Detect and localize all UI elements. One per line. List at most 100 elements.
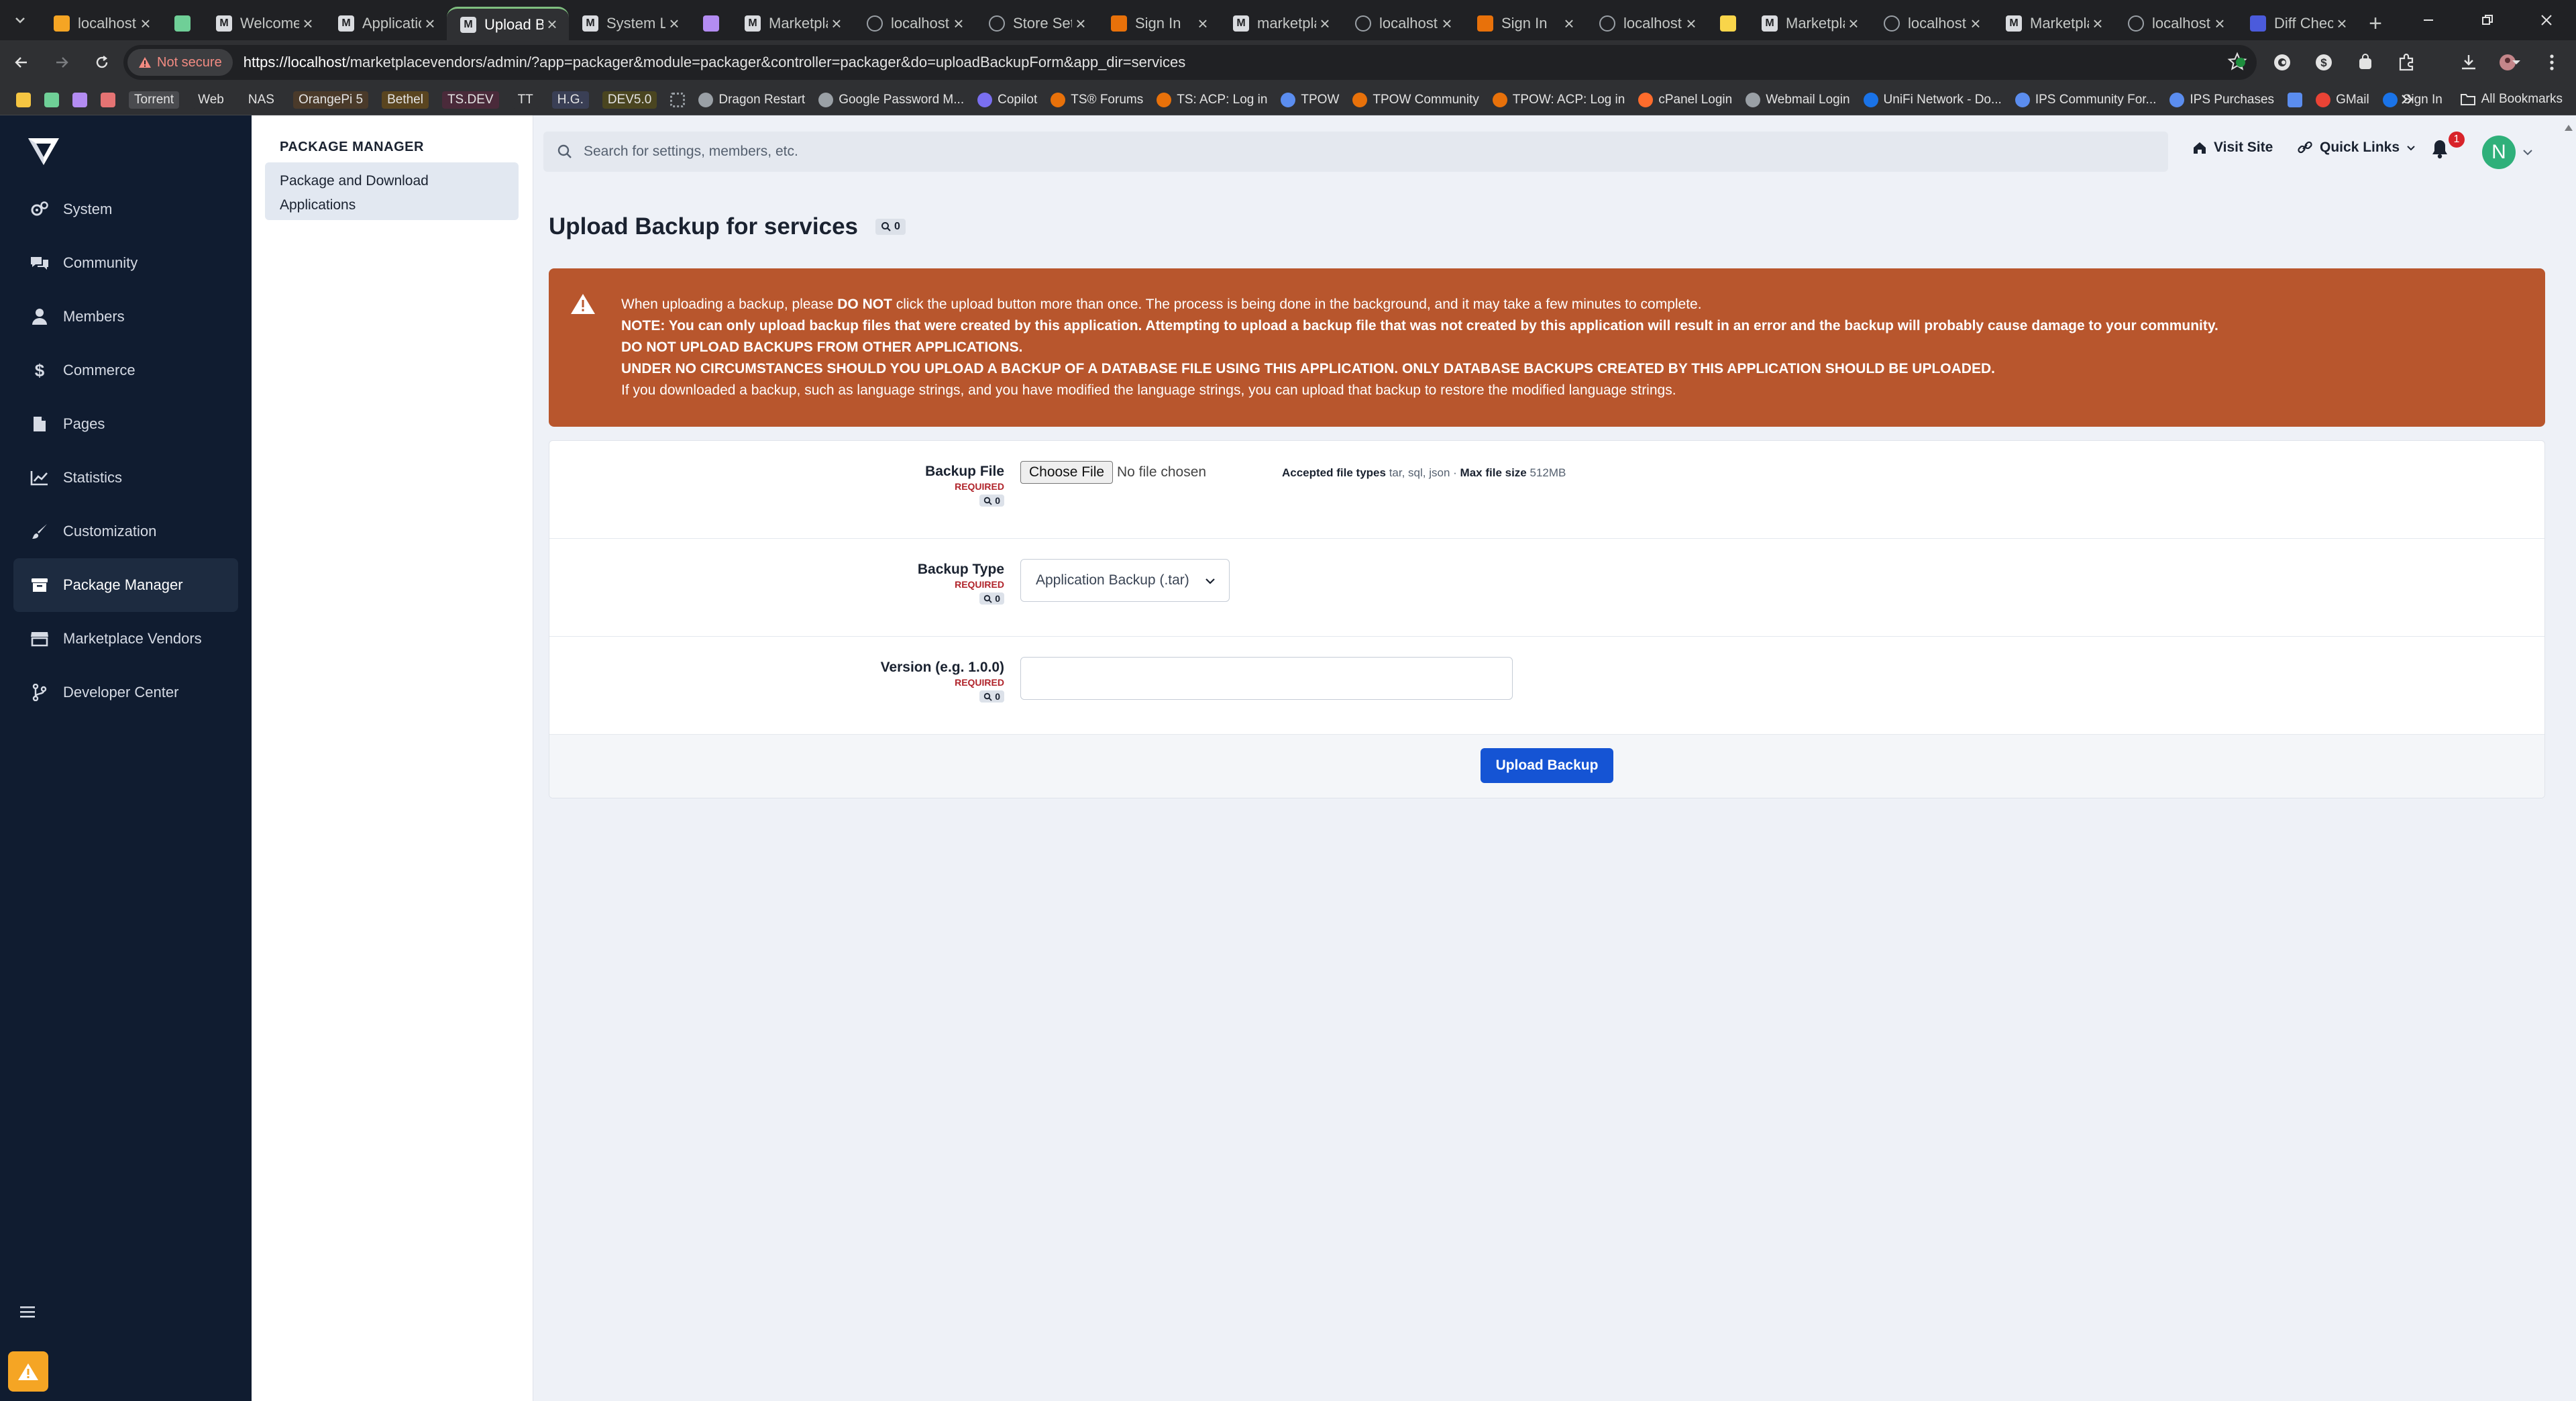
browser-tab[interactable]: Sign In × (1097, 7, 1220, 40)
browser-tab[interactable] (691, 7, 731, 40)
submenu-item-package-and-download[interactable]: Package and Download Applications (265, 162, 519, 220)
close-tab-icon[interactable]: × (665, 13, 683, 34)
bookmark-item[interactable]: Bethel (375, 88, 435, 112)
bookmark-item[interactable]: IPS Community For... (2008, 88, 2163, 112)
minimize-button[interactable] (2399, 0, 2458, 40)
restore-button[interactable] (2458, 0, 2517, 40)
quick-links-button[interactable]: Quick Links (2297, 140, 2416, 156)
bookmark-item[interactable] (94, 88, 122, 112)
sidebar-item-marketplace-vendors[interactable]: Marketplace Vendors (13, 612, 238, 666)
forward-button[interactable] (43, 44, 80, 81)
close-tab-icon[interactable]: × (950, 13, 967, 34)
close-tab-icon[interactable]: × (828, 13, 845, 34)
close-tab-icon[interactable]: × (1316, 13, 1334, 34)
sidebar-item-customization[interactable]: Customization (13, 505, 238, 558)
bookmark-item[interactable] (9, 88, 38, 112)
close-tab-icon[interactable]: × (1194, 13, 1212, 34)
extensions-button[interactable] (2390, 44, 2424, 81)
search-input[interactable] (584, 144, 1925, 160)
profile-button[interactable] (2493, 44, 2528, 81)
browser-tab[interactable]: localhost × (1870, 7, 1992, 40)
bookmark-item[interactable]: TS® Forums (1044, 88, 1150, 112)
bookmark-item[interactable] (663, 88, 692, 112)
sidebar-item-developer-center[interactable]: Developer Center (13, 666, 238, 719)
close-tab-icon[interactable]: × (137, 13, 154, 34)
bookmark-item[interactable]: Dragon Restart (692, 88, 812, 112)
tab-search-button[interactable] (0, 0, 40, 40)
close-tab-icon[interactable]: × (1682, 13, 1700, 34)
browser-tab[interactable]: localhost × (40, 7, 162, 40)
all-bookmarks-button[interactable]: All Bookmarks (2453, 87, 2569, 111)
sidebar-item-commerce[interactable]: $ Commerce (13, 344, 238, 397)
close-tab-icon[interactable]: × (299, 13, 317, 34)
browser-tab[interactable]: M Marketpla × (1748, 7, 1870, 40)
page-title-language-badge[interactable]: 0 (875, 219, 906, 235)
close-tab-icon[interactable]: × (2333, 13, 2351, 34)
browser-tab[interactable] (1708, 7, 1748, 40)
visit-site-link[interactable]: Visit Site (2192, 140, 2273, 156)
close-tab-icon[interactable]: × (2211, 13, 2229, 34)
browser-tab[interactable]: localhost × (853, 7, 975, 40)
sidebar-item-statistics[interactable]: Statistics (13, 451, 238, 505)
browser-tab[interactable]: M Marketpla × (731, 7, 853, 40)
close-tab-icon[interactable]: × (2089, 13, 2106, 34)
address-bar[interactable]: Not secure https://localhost/marketplace… (123, 45, 2257, 80)
browser-tab[interactable]: M Upload B × (447, 7, 569, 40)
bookmark-item[interactable]: TPOW (1274, 88, 1346, 112)
backup-type-select[interactable]: Application Backup (.tar) (1020, 559, 1230, 602)
version-input[interactable] (1020, 657, 1513, 700)
field-language-badge[interactable]: 0 (979, 592, 1004, 605)
bookmark-item[interactable]: Torrent (122, 88, 186, 112)
new-tab-button[interactable]: + (2359, 7, 2392, 40)
close-tab-icon[interactable]: × (1560, 13, 1578, 34)
admin-search[interactable] (543, 132, 2168, 172)
bookmark-item[interactable]: Google Password M... (812, 88, 971, 112)
upload-backup-button[interactable]: Upload Backup (1481, 748, 1613, 783)
browser-tab[interactable]: Store Setti× (975, 7, 1097, 40)
close-tab-icon[interactable]: × (543, 14, 561, 34)
field-language-badge[interactable]: 0 (979, 690, 1004, 703)
browser-tab[interactable]: M Welcome × (203, 7, 325, 40)
bookmarks-overflow-button[interactable] (2392, 87, 2422, 111)
bookmark-item[interactable]: Copilot (971, 88, 1044, 112)
choose-file-button[interactable]: Choose File (1020, 461, 1114, 484)
browser-menu-button[interactable] (2534, 44, 2569, 81)
browser-tab[interactable]: localhost × (1342, 7, 1464, 40)
bookmark-item[interactable]: Web (186, 88, 236, 112)
close-tab-icon[interactable]: × (421, 13, 439, 34)
bookmark-item[interactable]: IPS Purchases (2163, 88, 2281, 112)
bookmark-item[interactable] (2281, 88, 2309, 112)
system-warning-button[interactable] (8, 1351, 48, 1392)
browser-tab[interactable]: M Applicatio × (325, 7, 447, 40)
bookmark-item[interactable]: NAS (236, 88, 286, 112)
security-indicator[interactable]: Not secure (127, 49, 233, 76)
sidebar-item-system[interactable]: System (13, 183, 238, 236)
browser-tab[interactable]: Sign In × (1464, 7, 1586, 40)
browser-tab[interactable]: localhost × (2114, 7, 2237, 40)
extension-bag[interactable] (2348, 44, 2383, 81)
bookmark-item[interactable] (38, 88, 66, 112)
bookmark-item[interactable]: cPanel Login (1631, 88, 1739, 112)
extension-dollar[interactable]: $ (2306, 44, 2341, 81)
close-tab-icon[interactable]: × (1967, 13, 1984, 34)
browser-tab[interactable]: localhost × (1586, 7, 1708, 40)
app-logo[interactable] (27, 136, 60, 166)
bookmark-item[interactable]: TS: ACP: Log in (1150, 88, 1274, 112)
reload-button[interactable] (83, 44, 121, 81)
bookmark-item[interactable] (66, 88, 94, 112)
bookmark-item[interactable]: TPOW: ACP: Log in (1486, 88, 1632, 112)
bookmark-item[interactable]: TS.DEV (435, 88, 506, 112)
close-tab-icon[interactable]: × (1438, 13, 1456, 34)
bookmark-item[interactable]: H.G. (545, 88, 596, 112)
close-tab-icon[interactable]: × (1845, 13, 1862, 34)
sidebar-item-package-manager[interactable]: Package Manager (13, 558, 238, 612)
sidebar-item-community[interactable]: Community (13, 236, 238, 290)
sidebar-item-pages[interactable]: Pages (13, 397, 238, 451)
back-button[interactable] (3, 44, 40, 81)
collapse-sidebar-button[interactable] (19, 1304, 36, 1319)
bookmark-item[interactable]: OrangePi 5 (286, 88, 375, 112)
bookmark-item[interactable]: TPOW Community (1346, 88, 1485, 112)
scroll-up-arrow[interactable] (2564, 123, 2573, 132)
extension-green-dot[interactable] (2223, 44, 2258, 81)
user-menu-button[interactable]: N (2482, 136, 2533, 169)
